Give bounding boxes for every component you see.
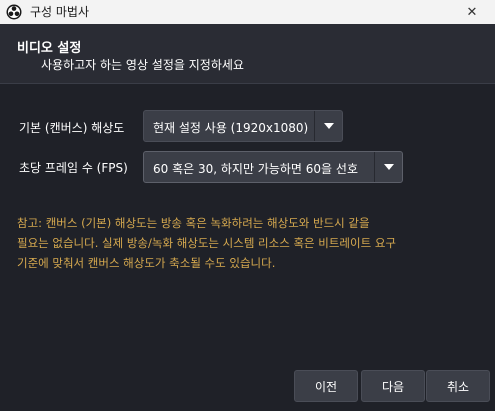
note-line: 필요는 없습니다. 실제 방송/녹화 해상도는 시스템 리소스 혹은 비트레이트… (17, 236, 396, 250)
cancel-button[interactable]: 취소 (426, 370, 490, 402)
wizard-window: 구성 마법사 ✕ 비디오 설정 사용하고자 하는 영상 설정을 지정하세요 기본… (0, 0, 495, 411)
fps-value: 60 혹은 30, 하지만 가능하면 60을 선호 (153, 162, 358, 176)
fps-dropdown[interactable]: 60 혹은 30, 하지만 가능하면 60을 선호 (143, 151, 403, 183)
base-resolution-label: 기본 (캔버스) 해상도 (19, 121, 125, 135)
base-resolution-value: 현재 설정 사용 (1920x1080) (153, 121, 309, 135)
next-button[interactable]: 다음 (361, 370, 425, 402)
page-title: 비디오 설정 (17, 41, 82, 56)
back-button[interactable]: 이전 (294, 370, 358, 402)
resolution-note: 참고: 캔버스 (기본) 해상도는 방송 혹은 녹화하려는 해상도와 반드시 같… (17, 213, 487, 273)
window-title: 구성 마법사 (30, 5, 90, 19)
obs-logo-icon (6, 4, 22, 20)
fps-label: 초당 프레임 수 (FPS) (19, 161, 128, 175)
title-bar: 구성 마법사 ✕ (0, 0, 495, 24)
chevron-down-icon (314, 111, 342, 141)
note-line: 기준에 맞춰서 캔버스 해상도가 축소될 수도 있습니다. (17, 256, 276, 270)
close-icon: ✕ (466, 4, 478, 20)
page-header: 비디오 설정 사용하고자 하는 영상 설정을 지정하세요 (0, 24, 495, 84)
base-resolution-dropdown[interactable]: 현재 설정 사용 (1920x1080) (143, 110, 343, 142)
close-button[interactable]: ✕ (449, 0, 495, 24)
page-subtitle: 사용하고자 하는 영상 설정을 지정하세요 (41, 58, 244, 72)
chevron-down-icon (374, 152, 402, 182)
note-line: 참고: 캔버스 (기본) 해상도는 방송 혹은 녹화하려는 해상도와 반드시 같… (17, 216, 370, 230)
